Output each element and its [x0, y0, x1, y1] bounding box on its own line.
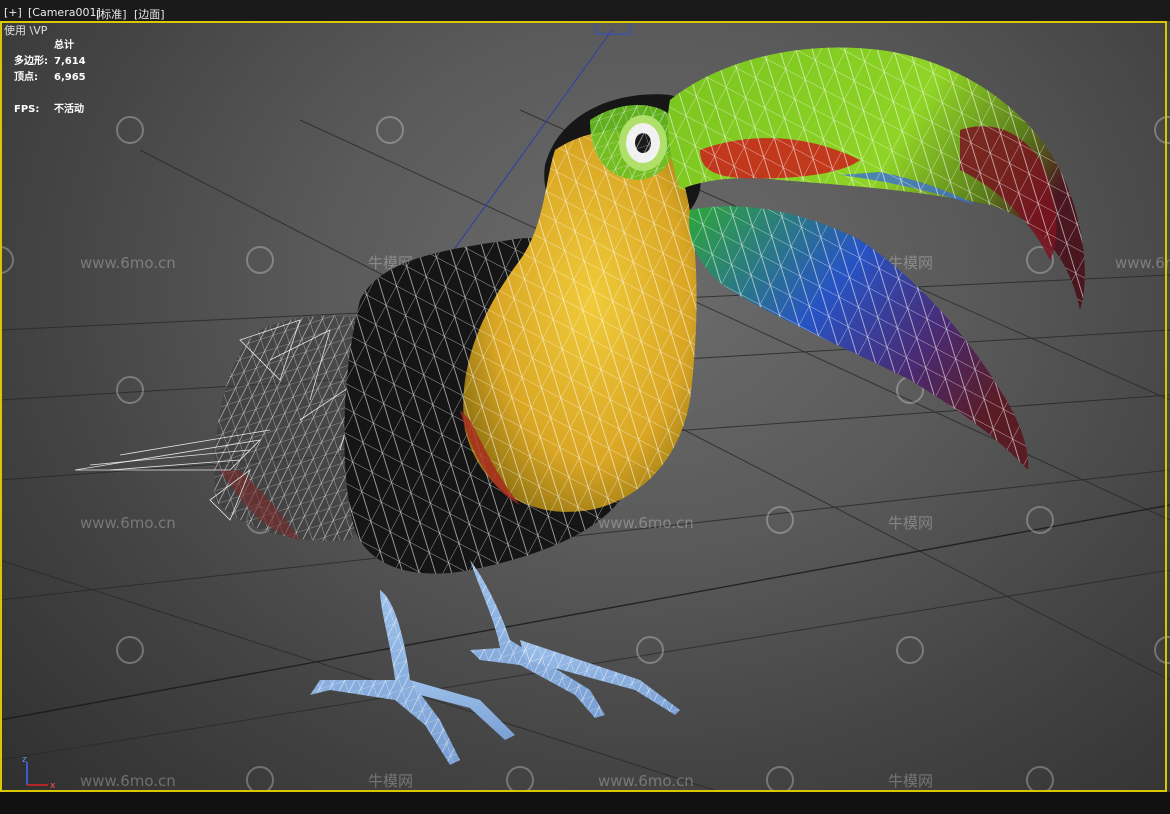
toucan-model	[74, 47, 1085, 765]
stats-fps-row: FPS: 不活动	[14, 102, 86, 118]
vertices-value: 6,965	[54, 72, 86, 83]
vertices-label: 顶点:	[14, 72, 38, 83]
svg-text:牛模网: 牛模网	[368, 772, 413, 790]
viewport-top-bar	[0, 0, 1170, 21]
svg-text:www.6mo.cn: www.6mo.cn	[1115, 254, 1170, 272]
fps-value: 不活动	[54, 104, 84, 115]
stats-vertices-row: 顶点: 6,965	[14, 70, 86, 86]
viewport-menu-plus[interactable]: [+]	[4, 6, 22, 19]
stats-overlay: 总计 多边形: 7,614 顶点: 6,965 FPS: 不活动	[14, 38, 86, 118]
axis-gizmo: z x	[22, 755, 56, 791]
svg-text:www.6mo.cn: www.6mo.cn	[80, 514, 176, 532]
svg-text:www.6mo.cn: www.6mo.cn	[598, 772, 694, 790]
svg-text:牛模网: 牛模网	[888, 772, 933, 790]
viewport-mode-label[interactable]: [标准]	[96, 6, 127, 22]
svg-text:牛模网: 牛模网	[888, 514, 933, 532]
shading-info: 使用 \VP	[4, 24, 48, 37]
toucan-eye	[619, 115, 667, 171]
viewport-bottom-bar	[0, 792, 1170, 814]
svg-text:z: z	[22, 755, 27, 765]
polygons-label: 多边形:	[14, 56, 48, 67]
3d-viewport[interactable]: www.6mo.cn 牛模网 牛模网 www.6mo.cn www.6mo.cn…	[0, 0, 1170, 814]
svg-text:www.6mo.cn: www.6mo.cn	[80, 254, 176, 272]
viewport-camera-label[interactable]: [Camera001]	[28, 6, 101, 19]
svg-text:www.6mo.cn: www.6mo.cn	[598, 514, 694, 532]
stats-polygons-row: 多边形: 7,614	[14, 54, 86, 70]
polygons-value: 7,614	[54, 56, 86, 67]
svg-text:www.6mo.cn: www.6mo.cn	[80, 772, 176, 790]
viewport-scene: www.6mo.cn 牛模网 牛模网 www.6mo.cn www.6mo.cn…	[0, 0, 1170, 794]
viewport-shading-label[interactable]: [边面]	[134, 6, 165, 22]
svg-text:x: x	[50, 781, 56, 791]
fps-label: FPS:	[14, 104, 40, 115]
toucan-legs	[310, 560, 680, 765]
stats-header: 总计	[54, 40, 74, 51]
